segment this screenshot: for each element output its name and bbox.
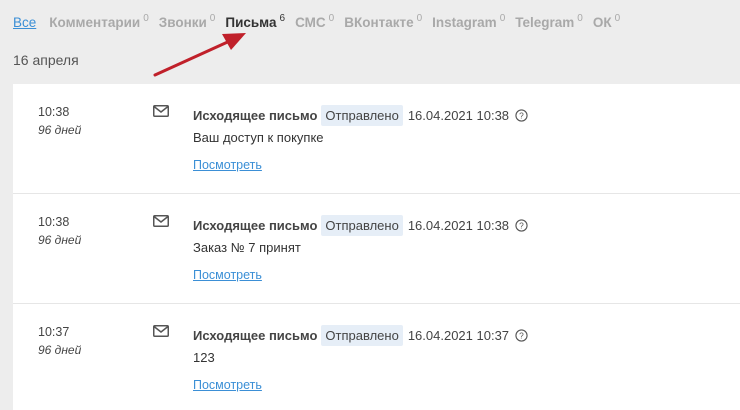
entry-age: 96 дней — [38, 233, 82, 247]
status-badge: Отправлено — [321, 105, 403, 126]
entry-time: 10:37 — [38, 325, 70, 339]
tab-comments[interactable]: Комментарии 0 — [49, 12, 148, 36]
entry-subject: Заказ № 7 принят — [193, 240, 301, 255]
tab-sms[interactable]: СМС 0 — [295, 12, 334, 36]
tab-label: ВКонтакте — [344, 15, 414, 30]
entry-age: 96 дней — [38, 123, 82, 137]
tab-ok[interactable]: ОК 0 — [593, 12, 620, 36]
tab-count: 0 — [416, 13, 423, 24]
svg-text:?: ? — [519, 330, 524, 340]
svg-text:?: ? — [519, 110, 524, 120]
entry-type: Исходящее письмо — [193, 218, 318, 233]
envelope-icon — [153, 325, 169, 337]
tab-all[interactable]: Все — [13, 12, 36, 36]
view-link[interactable]: Посмотреть — [193, 158, 262, 172]
tab-letters[interactable]: Письма 6 — [225, 12, 285, 36]
date-header: 16 апреля — [13, 52, 79, 68]
view-link[interactable]: Посмотреть — [193, 268, 262, 282]
tab-count: 0 — [577, 13, 583, 24]
question-circle-icon[interactable]: ? — [515, 219, 528, 232]
entry-datetime: 16.04.2021 10:37 — [407, 328, 510, 343]
envelope-icon — [153, 105, 169, 117]
entry-subject: 123 — [193, 350, 215, 365]
tab-count: 0 — [499, 13, 506, 24]
status-badge: Отправлено — [321, 325, 403, 346]
tab-label: Все — [13, 15, 37, 30]
view-link[interactable]: Посмотреть — [193, 378, 262, 392]
entry-type: Исходящее письмо — [193, 328, 318, 343]
tab-count: 0 — [614, 13, 621, 24]
envelope-icon — [153, 215, 169, 227]
tab-label: Письма — [225, 15, 277, 30]
status-badge: Отправлено — [321, 215, 403, 236]
tab-count: 0 — [143, 13, 149, 24]
tab-vkontakte[interactable]: ВКонтакте 0 — [344, 12, 422, 36]
tab-label: Звонки — [158, 15, 207, 30]
entry-header: Исходящее письмо Отправлено 16.04.2021 1… — [193, 325, 528, 346]
entry-header: Исходящее письмо Отправлено 16.04.2021 1… — [193, 105, 528, 126]
entry-subject: Ваш доступ к покупке — [193, 130, 324, 145]
entry-datetime: 16.04.2021 10:38 — [407, 108, 510, 123]
tab-count: 0 — [328, 13, 335, 24]
entry-age: 96 дней — [38, 343, 82, 357]
feed-entry: 10:38 96 дней Исходящее письмо Отправлен… — [13, 84, 740, 194]
tab-calls[interactable]: Звонки 0 — [159, 12, 216, 36]
entry-datetime: 16.04.2021 10:38 — [407, 218, 510, 233]
question-circle-icon[interactable]: ? — [515, 109, 528, 122]
tab-instagram[interactable]: Instagram 0 — [432, 12, 505, 36]
tab-label: Instagram — [432, 15, 497, 30]
tab-label: Комментарии — [49, 15, 141, 30]
entry-time: 10:38 — [38, 215, 70, 229]
entry-header: Исходящее письмо Отправлено 16.04.2021 1… — [193, 215, 528, 236]
tab-label: ОК — [592, 15, 612, 30]
question-circle-icon[interactable]: ? — [515, 329, 528, 342]
feed-entry: 10:38 96 дней Исходящее письмо Отправлен… — [13, 194, 740, 304]
tab-count: 0 — [209, 13, 216, 24]
feed-entry: 10:37 96 дней Исходящее письмо Отправлен… — [13, 304, 740, 410]
tab-count: 6 — [279, 13, 286, 24]
entry-time: 10:38 — [38, 105, 70, 119]
entry-type: Исходящее письмо — [193, 108, 318, 123]
tab-telegram[interactable]: Telegram 0 — [515, 12, 583, 36]
svg-text:?: ? — [519, 220, 524, 230]
tab-label: Telegram — [515, 15, 575, 30]
message-feed: 10:38 96 дней Исходящее письмо Отправлен… — [13, 84, 740, 410]
channel-tabs: Все Комментарии 0 Звонки 0 Письма 6 СМС … — [13, 12, 630, 36]
tab-label: СМС — [295, 15, 326, 30]
